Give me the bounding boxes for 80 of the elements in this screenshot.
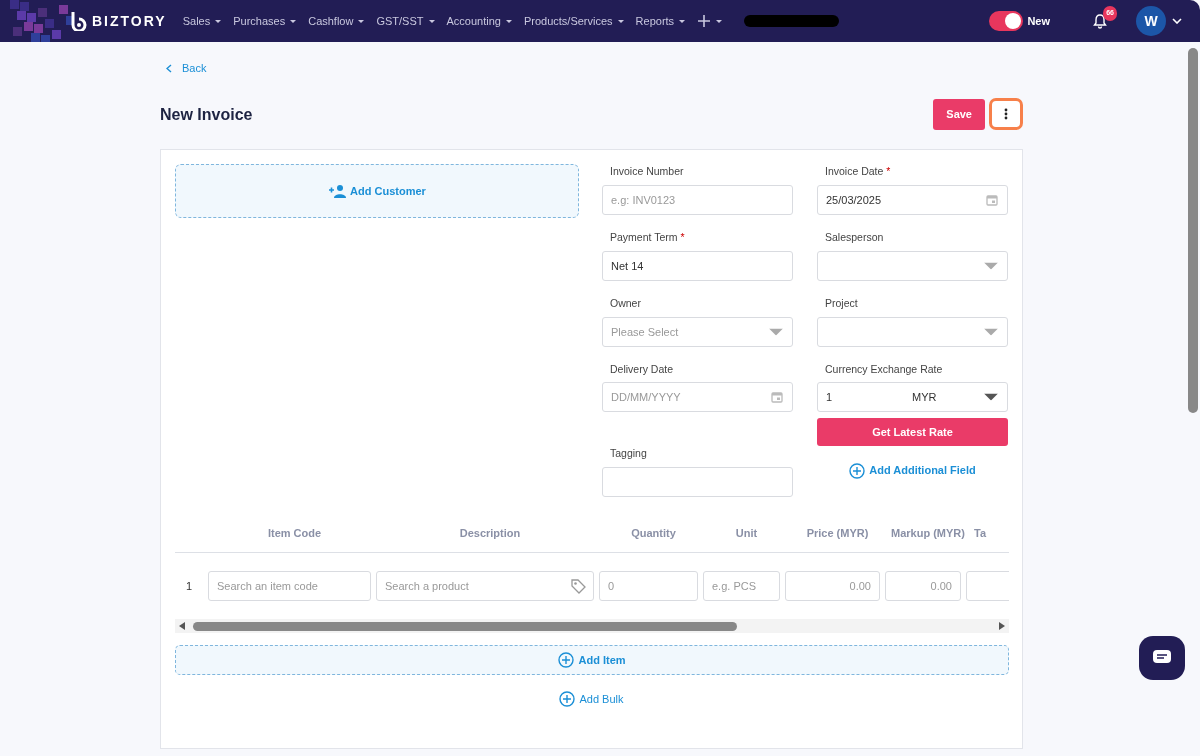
- field-label: Owner: [610, 295, 642, 311]
- calendar-icon: [986, 194, 998, 206]
- price-input[interactable]: 0.00: [885, 571, 961, 601]
- column-header: Price (MYR): [805, 526, 870, 542]
- product-search-field[interactable]: Search a product: [376, 571, 594, 601]
- plus-circle-icon: [559, 691, 576, 708]
- column-header: Unit: [734, 526, 759, 542]
- column-header: Quantity: [630, 526, 677, 542]
- dropdown-arrow-icon: [984, 393, 998, 401]
- text-field[interactable]: [602, 467, 793, 497]
- plus-circle-icon: [849, 462, 866, 479]
- menu-link[interactable]: Sales: [182, 12, 223, 30]
- table-input[interactable]: Search an item code: [208, 571, 371, 601]
- calendar-icon: [771, 391, 783, 404]
- chevron-left-icon: [166, 63, 172, 73]
- caret-icon: [715, 18, 724, 24]
- plus-circle-icon: [558, 652, 575, 668]
- field-label: Tagging: [610, 446, 648, 462]
- dropdown-arrow-icon: [984, 328, 998, 335]
- field-label: Delivery Date: [610, 361, 675, 377]
- price-input[interactable]: 0.00: [785, 571, 880, 601]
- scrollbar-thumb[interactable]: [193, 622, 737, 631]
- chat-button[interactable]: [1139, 636, 1185, 680]
- caret-icon: [427, 18, 436, 24]
- caret-icon: [504, 18, 513, 24]
- scroll-left-icon: [179, 622, 185, 630]
- column-header: Ta: [974, 526, 987, 542]
- dropdown-field[interactable]: [817, 250, 1008, 281]
- table-input[interactable]: 0: [599, 571, 698, 601]
- column-header: Item Code: [266, 526, 323, 542]
- text-field[interactable]: Net 14: [602, 250, 793, 281]
- save-button[interactable]: Save: [933, 99, 985, 130]
- menu-link[interactable]: Products/Services: [523, 12, 625, 30]
- avatar[interactable]: W: [1136, 6, 1166, 36]
- chevron-down-icon[interactable]: [1172, 18, 1182, 24]
- add-person-icon: [328, 184, 347, 199]
- add-menu-link[interactable]: [697, 14, 724, 28]
- dropdown-field[interactable]: [817, 316, 1008, 347]
- toggle-label: New: [1027, 13, 1050, 29]
- add-bulk-link[interactable]: Add Bulk: [559, 691, 624, 708]
- caret-icon: [214, 18, 223, 24]
- menu-link[interactable]: Reports: [635, 12, 687, 30]
- column-header: Description: [458, 526, 522, 542]
- dropdown-arrow-icon: [769, 328, 783, 335]
- bell-icon[interactable]: [1092, 13, 1108, 29]
- table-input[interactable]: e.g. PCS: [703, 571, 780, 601]
- row-number: 1: [184, 578, 194, 594]
- menu-link[interactable]: Cashflow: [308, 12, 366, 30]
- menu-link[interactable]: Accounting: [446, 12, 513, 30]
- kebab-icon: [1004, 108, 1008, 121]
- plus-icon: [697, 14, 712, 28]
- caret-icon: [289, 18, 298, 24]
- menu-link[interactable]: GST/SST: [376, 12, 436, 30]
- text-field[interactable]: e.g: INV0123: [602, 185, 793, 215]
- more-options-button[interactable]: [989, 98, 1023, 131]
- currency-code: MYR: [912, 390, 937, 405]
- dropdown-field[interactable]: Please Select: [602, 316, 793, 347]
- field-label: Payment Term *: [610, 230, 686, 245]
- tag-icon: [570, 578, 586, 594]
- vertical-scrollbar[interactable]: [1188, 48, 1198, 413]
- field-label: Currency Exchange Rate: [825, 361, 944, 377]
- get-latest-rate-button[interactable]: Get Latest Rate: [817, 418, 1008, 447]
- date-field[interactable]: 25/03/2025: [817, 185, 1008, 215]
- caret-icon: [616, 18, 625, 24]
- page-title: New Invoice: [160, 104, 253, 124]
- add-field-link[interactable]: Add Additional Field: [849, 462, 976, 479]
- scroll-right-icon: [999, 622, 1005, 630]
- date-field[interactable]: DD/MM/YYYY: [602, 382, 793, 413]
- dropdown-arrow-icon: [984, 262, 998, 270]
- logo-icon: [70, 11, 88, 31]
- field-label: Project: [825, 295, 859, 311]
- brand-name: BIZTORY: [92, 11, 167, 31]
- menu-link[interactable]: Purchases: [233, 12, 298, 30]
- field-label: Invoice Number: [610, 164, 685, 180]
- field-label: Salesperson: [825, 230, 885, 245]
- caret-icon: [357, 18, 366, 24]
- field-label: Invoice Date *: [825, 164, 892, 180]
- caret-icon: [678, 18, 687, 24]
- toggle-switch[interactable]: [989, 11, 1024, 31]
- column-header: Markup (MYR): [890, 526, 966, 542]
